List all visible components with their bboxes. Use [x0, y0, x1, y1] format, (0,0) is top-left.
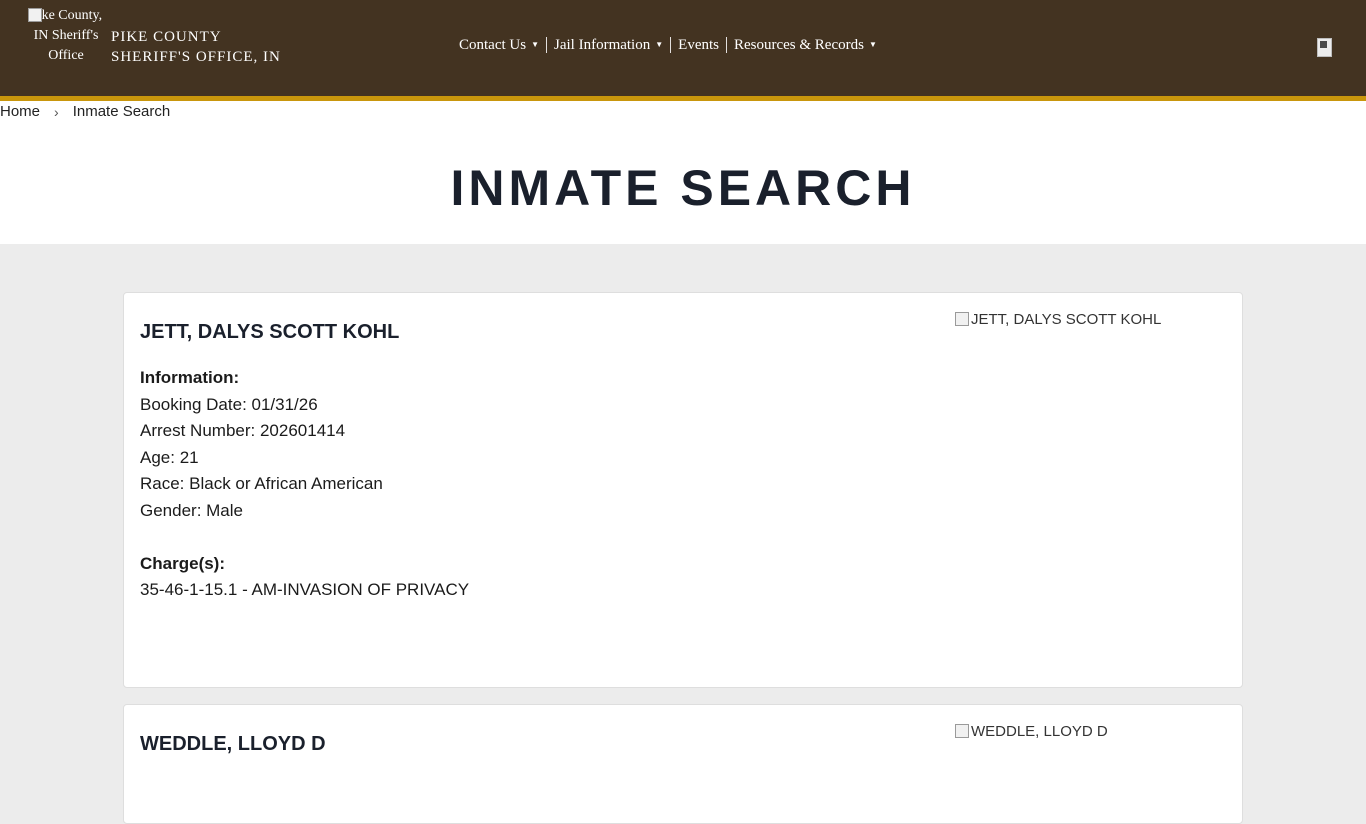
caret-down-icon: ▼ [868, 40, 877, 49]
age: Age: 21 [140, 447, 199, 467]
chevron-right-icon: › [54, 103, 59, 120]
breadcrumb-current: Inmate Search [72, 103, 171, 120]
inmate-photo-alt: WEDDLE, LLOYD D [971, 723, 1108, 740]
broken-image-icon [28, 8, 42, 22]
main-nav: Contact Us ▼ Jail Information ▼ Events R… [452, 35, 884, 55]
caret-down-icon: ▼ [531, 40, 539, 49]
inmate-photo: JETT, DALYS SCOTT KOHL [955, 311, 1161, 328]
arrest-number: Arrest Number: 202601414 [140, 421, 346, 440]
breadcrumb-home-link[interactable]: Home [0, 103, 40, 120]
charge-item: 35-46-1-15.1 - AM-INVASION OF PRIVACY [140, 580, 470, 599]
nav-item-resources-records[interactable]: Resources & Records ▼ [727, 37, 884, 54]
inmate-name: WEDDLE, LLOYD D [140, 733, 326, 755]
nav-item-contact-us[interactable]: Contact Us ▼ [452, 37, 546, 54]
gender: Gender: Male [140, 500, 243, 520]
nav-item-label: Contact Us [459, 36, 527, 53]
caret-down-icon: ▼ [655, 40, 664, 49]
sheriff-logo[interactable]: Pike County, IN Sheriff's Office [28, 6, 104, 66]
inmate-card: WEDDLE, LLOYD D WEDDLE, LLOYD D [123, 704, 1243, 824]
nav-divider [670, 37, 672, 53]
inmate-photo: WEDDLE, LLOYD D [955, 723, 1108, 740]
site-title-line-2: SHERIFF'S OFFICE, IN [111, 49, 281, 65]
nav-divider [725, 37, 727, 53]
breadcrumb: Home › Inmate Search [0, 103, 170, 120]
nav-item-label: Events [678, 36, 719, 53]
nav-item-label: Jail Information [554, 36, 651, 53]
broken-image-icon [955, 312, 969, 326]
race: Race: Black or African American [140, 474, 383, 493]
inmate-name: JETT, DALYS SCOTT KOHL [140, 321, 400, 343]
page-title: INMATE SEARCH [450, 160, 916, 216]
nav-item-events[interactable]: Events [671, 37, 726, 54]
site-title-line-1: PIKE COUNTY [111, 29, 222, 45]
inmate-photo-alt: JETT, DALYS SCOTT KOHL [971, 311, 1162, 328]
inmate-info: Information: Booking Date: 01/31/26 Arre… [140, 365, 469, 604]
booking-date: Booking Date: 01/31/26 [140, 394, 318, 414]
nav-divider [546, 37, 547, 53]
inmate-card: JETT, DALYS SCOTT KOHL Information: Book… [123, 292, 1243, 688]
charges-label: Charge(s): [140, 553, 226, 573]
broken-image-icon [955, 724, 969, 738]
title-band: Home › Inmate Search INMATE SEARCH [0, 101, 1366, 244]
information-label: Information: [140, 368, 240, 387]
header-image-icon[interactable] [1317, 38, 1332, 57]
site-header: Pike County, IN Sheriff's Office PIKE CO… [0, 0, 1366, 101]
site-title[interactable]: PIKE COUNTY SHERIFF'S OFFICE, IN [111, 27, 281, 67]
nav-item-jail-information[interactable]: Jail Information ▼ [547, 37, 670, 54]
nav-item-label: Resources & Records [733, 36, 864, 53]
